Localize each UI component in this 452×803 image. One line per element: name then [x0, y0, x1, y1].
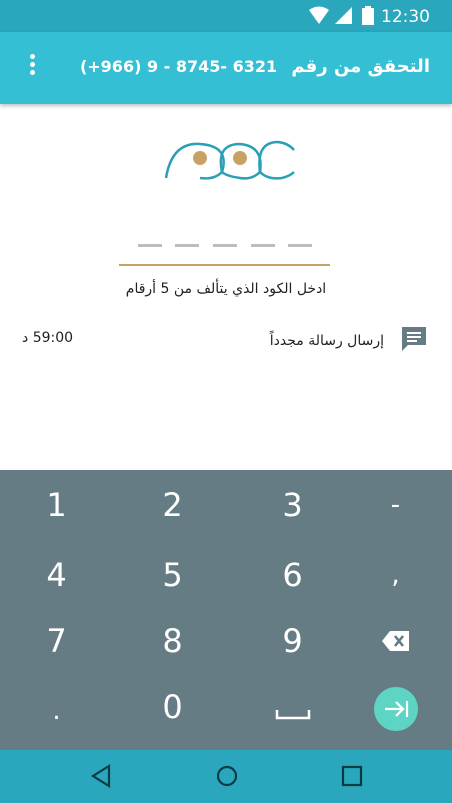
cellular-signal-icon [334, 6, 354, 30]
code-input[interactable] [132, 240, 322, 250]
code-slot [138, 244, 162, 247]
system-nav-bar [0, 750, 452, 803]
key-2-label: 2 [162, 486, 183, 524]
key-7[interactable]: 7 [0, 606, 113, 676]
recents-icon[interactable] [340, 763, 364, 793]
key-6[interactable]: 6 [236, 540, 349, 610]
key-7-label: 7 [46, 622, 67, 660]
key-comma[interactable]: , [339, 540, 452, 610]
space-icon [275, 692, 311, 730]
battery-icon [362, 6, 374, 30]
resend-sms-button[interactable]: إرسال رسالة مجدداً [258, 325, 428, 355]
code-slot [213, 244, 237, 247]
numeric-keypad: 1 2 3 - 4 5 6 , 7 8 9 . 0 [0, 470, 452, 750]
key-4-label: 4 [46, 556, 67, 594]
app-screen: 12:30 التحقق من رقم (+966) 9 - 8745- 632… [0, 0, 452, 803]
app-bar: التحقق من رقم (+966) 9 - 8745- 6321 [0, 32, 452, 104]
code-input-underline [119, 264, 330, 266]
page-title: التحقق من رقم (+966) 9 - 8745- 6321 [80, 56, 430, 77]
code-slot [288, 244, 312, 247]
go-key[interactable] [339, 674, 452, 744]
home-icon[interactable] [214, 763, 240, 793]
back-icon[interactable] [90, 763, 112, 793]
key-9-label: 9 [282, 622, 303, 660]
key-6-label: 6 [282, 556, 303, 594]
resend-sms-label: إرسال رسالة مجدداً [269, 333, 384, 349]
code-slot [175, 244, 199, 247]
app-logo [160, 134, 300, 186]
phone-number: (+966) 9 - 8745- 6321 [79, 57, 278, 76]
go-icon [373, 687, 418, 731]
key-3[interactable]: 3 [236, 470, 349, 540]
key-4[interactable]: 4 [0, 540, 113, 610]
code-hint: ادخل الكود الذي يتألف من 5 أرقام [125, 281, 327, 297]
key-dash-label: - [390, 490, 401, 520]
backspace-key[interactable] [339, 606, 452, 676]
key-5[interactable]: 5 [116, 540, 229, 610]
overflow-menu-icon[interactable] [22, 54, 42, 82]
key-5-label: 5 [162, 556, 183, 594]
key-8[interactable]: 8 [116, 606, 229, 676]
key-9[interactable]: 9 [236, 606, 349, 676]
key-1-label: 1 [46, 486, 67, 524]
message-icon [400, 325, 428, 357]
key-period[interactable]: . [0, 676, 113, 746]
countdown-timer: 59:00 د [22, 330, 74, 346]
code-slot [251, 244, 275, 247]
wifi-icon [308, 6, 330, 30]
page-title-text: التحقق من رقم [291, 56, 430, 77]
key-0[interactable]: 0 [116, 672, 229, 742]
key-0-label: 0 [162, 688, 183, 726]
status-bar: 12:30 [0, 0, 452, 32]
key-dash[interactable]: - [339, 470, 452, 540]
key-comma-label: , [391, 560, 400, 590]
key-2[interactable]: 2 [116, 470, 229, 540]
key-period-label: . [52, 696, 61, 726]
status-time: 12:30 [381, 7, 430, 27]
key-8-label: 8 [162, 622, 183, 660]
key-1[interactable]: 1 [0, 470, 113, 540]
backspace-icon [381, 622, 411, 660]
key-3-label: 3 [282, 486, 303, 524]
space-key[interactable] [236, 676, 349, 746]
